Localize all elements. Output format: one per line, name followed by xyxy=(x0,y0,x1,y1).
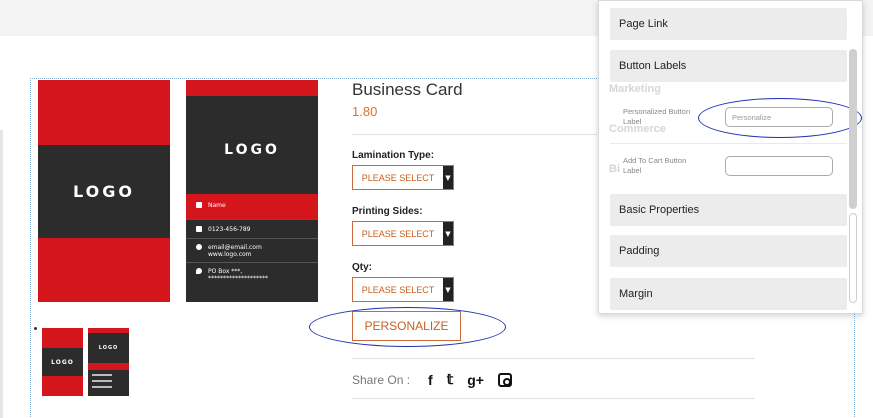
card-front-logo: LOGO xyxy=(73,182,135,201)
card-back-top-stripe xyxy=(186,80,318,96)
card-separator xyxy=(186,238,318,239)
share-top-divider xyxy=(352,358,755,359)
product-title: Business Card xyxy=(352,80,463,99)
card-name-row: Name xyxy=(196,202,226,209)
thumb-bullet xyxy=(34,327,37,330)
globe-icon xyxy=(196,244,202,250)
printing-sides-select[interactable]: PLEASE SELECT ▼ xyxy=(352,221,454,246)
phone-icon xyxy=(196,226,202,232)
card-email-row: email@email.com www.logo.com xyxy=(196,244,262,258)
section-basic-properties[interactable]: Basic Properties xyxy=(610,194,847,226)
ghost-bi-text: Bi xyxy=(609,163,620,175)
thumbnail-back-line xyxy=(92,374,112,376)
lamination-type-label: Lamination Type: xyxy=(352,150,435,161)
card-separator xyxy=(186,219,318,220)
card-phone-row: 0123-456-789 xyxy=(196,226,251,233)
thumbnail-back-line xyxy=(92,380,112,382)
card-front-band: LOGO xyxy=(38,145,170,238)
thumbnail-back-logo: LOGO xyxy=(98,345,119,351)
lamination-type-value: PLEASE SELECT xyxy=(361,172,435,183)
product-price: 1.80 xyxy=(352,104,378,119)
location-pin-icon xyxy=(196,268,202,274)
thumbnail-front-band: LOGO xyxy=(42,348,83,376)
qty-select[interactable]: PLEASE SELECT ▼ xyxy=(352,277,454,302)
panel-scrollbar-track[interactable] xyxy=(849,213,857,303)
chevron-down-icon: ▼ xyxy=(443,222,453,245)
product-image-back[interactable]: LOGO Name 0123-456-789 email@email.com w… xyxy=(186,80,318,302)
thumbnail-front[interactable]: LOGO xyxy=(42,328,83,396)
share-label: Share On : xyxy=(352,372,411,387)
ghost-marketing-text: Marketing xyxy=(609,83,661,95)
twitter-icon[interactable]: 𝕥 xyxy=(447,371,454,388)
thumbnail-back-line xyxy=(92,386,112,388)
google-plus-icon[interactable]: g+ xyxy=(467,372,484,388)
person-icon xyxy=(196,202,202,208)
card-phone: 0123-456-789 xyxy=(208,226,251,233)
share-bottom-divider xyxy=(352,398,755,399)
share-bar: Share On : f 𝕥 g+ xyxy=(352,371,512,388)
card-back-logo: LOGO xyxy=(224,142,280,158)
lamination-type-select[interactable]: PLEASE SELECT ▼ xyxy=(352,165,454,190)
facebook-icon[interactable]: f xyxy=(428,372,433,388)
annotation-ellipse-field xyxy=(698,98,862,138)
annotation-ellipse-personalize xyxy=(309,307,506,347)
printing-sides-label: Printing Sides: xyxy=(352,206,423,217)
card-address-block: PO Box ***, ******************** xyxy=(208,268,268,282)
card-address: PO Box ***, xyxy=(208,268,243,275)
instagram-icon[interactable] xyxy=(497,372,512,387)
field-divider xyxy=(610,143,847,144)
printing-sides-value: PLEASE SELECT xyxy=(361,228,435,239)
left-edge-strip xyxy=(0,130,3,418)
card-email: email@email.com xyxy=(208,244,262,251)
chevron-down-icon: ▼ xyxy=(443,278,453,301)
thumbnail-back-namebar xyxy=(88,363,129,370)
qty-value: PLEASE SELECT xyxy=(361,284,435,295)
personalized-button-label-caption: Personalized Button Label xyxy=(623,107,691,126)
chevron-down-icon: ▼ xyxy=(443,166,453,189)
panel-scrollbar-thumb[interactable] xyxy=(849,49,857,209)
thumbnail-back[interactable]: LOGO xyxy=(88,328,129,396)
card-separator xyxy=(186,262,318,263)
card-name: Name xyxy=(208,202,226,209)
section-button-labels[interactable]: Button Labels xyxy=(610,50,847,82)
thumbnail-back-stripe xyxy=(88,328,129,333)
add-to-cart-label-caption: Add To Cart Button Label xyxy=(623,156,687,175)
card-contact-block: email@email.com www.logo.com xyxy=(208,244,262,258)
card-web: www.logo.com xyxy=(208,251,252,258)
card-address-2: ******************** xyxy=(208,275,268,282)
thumbnail-front-logo: LOGO xyxy=(51,358,74,366)
card-address-row: PO Box ***, ******************** xyxy=(196,268,268,282)
section-margin[interactable]: Margin xyxy=(610,278,847,310)
section-padding[interactable]: Padding xyxy=(610,235,847,267)
page: LOGO LOGO Name 0123-456-789 email@email.… xyxy=(0,0,873,418)
add-to-cart-label-input[interactable] xyxy=(725,156,833,176)
product-image-front[interactable]: LOGO xyxy=(38,80,170,302)
properties-panel: Page Link Button Labels Marketing Commer… xyxy=(598,0,863,314)
section-page-link[interactable]: Page Link xyxy=(610,8,847,40)
qty-label: Qty: xyxy=(352,262,372,273)
details-divider xyxy=(352,134,597,135)
